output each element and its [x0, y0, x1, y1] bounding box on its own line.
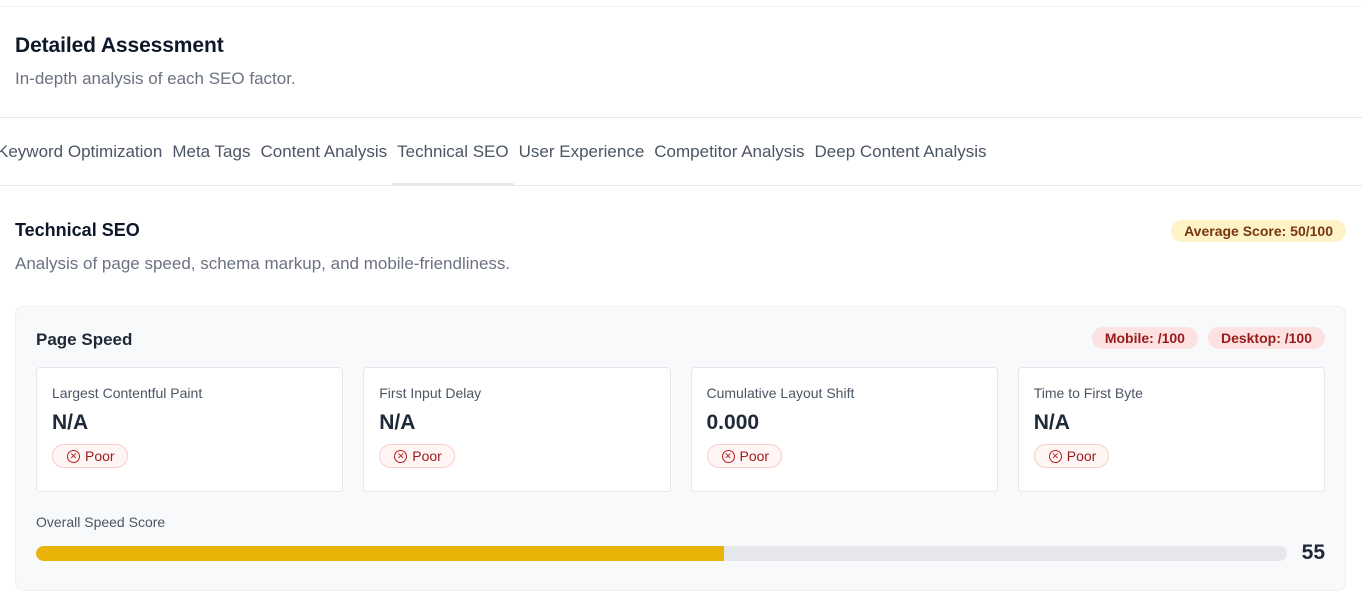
tab-keyword-optimization[interactable]: Keyword Optimization — [0, 118, 167, 185]
section-title: Technical SEO — [15, 220, 140, 240]
section-description: Analysis of page speed, schema markup, a… — [15, 254, 511, 273]
technical-seo-header: Technical SEO Analysis of page speed, sc… — [15, 220, 1346, 274]
status-text: Poor — [739, 448, 770, 464]
status-text: Poor — [85, 448, 115, 464]
metric-label: First Input Delay — [379, 385, 482, 401]
overall-speed-progress-fill — [36, 546, 725, 561]
overall-speed-label: Overall Speed Score — [36, 514, 166, 530]
metric-card-fid: First Input Delay N/A ✕ Poor — [363, 367, 671, 492]
page-speed-title: Page Speed — [36, 330, 133, 349]
assessment-header: Detailed Assessment In-depth analysis of… — [15, 34, 296, 89]
average-score-badge: Average Score: 50/100 — [1171, 220, 1346, 242]
x-circle-icon: ✕ — [1048, 449, 1062, 463]
x-circle-icon: ✕ — [721, 449, 735, 463]
metric-cards: Largest Contentful Paint N/A ✕ Poor Firs… — [36, 367, 1325, 492]
overall-speed-progress — [36, 546, 1287, 561]
tab-meta-tags[interactable]: Meta Tags — [167, 118, 255, 185]
tab-competitor-analysis[interactable]: Competitor Analysis — [649, 118, 809, 185]
metric-value: 0.000 — [706, 411, 760, 434]
overall-speed-value: 55 — [1301, 541, 1325, 564]
tab-content-analysis[interactable]: Content Analysis — [255, 118, 392, 185]
metric-value: N/A — [1033, 411, 1070, 434]
x-circle-icon: ✕ — [394, 449, 408, 463]
metric-value: N/A — [52, 411, 89, 434]
device-score-badges: Mobile: /100 Desktop: /100 — [1091, 327, 1325, 349]
metric-label: Cumulative Layout Shift — [706, 385, 855, 401]
status-badge: ✕ Poor — [1033, 444, 1110, 468]
metric-card-ttfb: Time to First Byte N/A ✕ Poor — [1017, 367, 1325, 492]
page-speed-panel: Page Speed Mobile: /100 Desktop: /100 La… — [15, 306, 1346, 591]
metric-card-cls: Cumulative Layout Shift 0.000 ✕ Poor — [690, 367, 998, 492]
page-title: Detailed Assessment — [15, 34, 224, 57]
status-badge: ✕ Poor — [706, 444, 783, 468]
top-divider — [0, 6, 1362, 7]
mobile-score-badge: Mobile: /100 — [1091, 327, 1198, 349]
x-circle-icon: ✕ — [67, 449, 80, 463]
status-badge: ✕ Poor — [379, 444, 455, 468]
metric-label: Time to First Byte — [1033, 385, 1143, 401]
metric-card-lcp: Largest Contentful Paint N/A ✕ Poor — [36, 367, 344, 492]
status-text: Poor — [1066, 448, 1097, 464]
status-badge: ✕ Poor — [52, 444, 128, 468]
tab-user-experience[interactable]: User Experience — [514, 118, 650, 185]
status-text: Poor — [412, 448, 442, 464]
tab-technical-seo[interactable]: Technical SEO — [392, 118, 514, 185]
desktop-score-badge: Desktop: /100 — [1207, 327, 1325, 349]
tab-bar: Keyword Optimization Meta Tags Content A… — [0, 117, 1362, 186]
metric-label: Largest Contentful Paint — [52, 385, 203, 401]
page-subtitle: In-depth analysis of each SEO factor. — [15, 69, 296, 88]
tab-deep-content-analysis[interactable]: Deep Content Analysis — [810, 118, 992, 185]
metric-value: N/A — [379, 411, 416, 434]
